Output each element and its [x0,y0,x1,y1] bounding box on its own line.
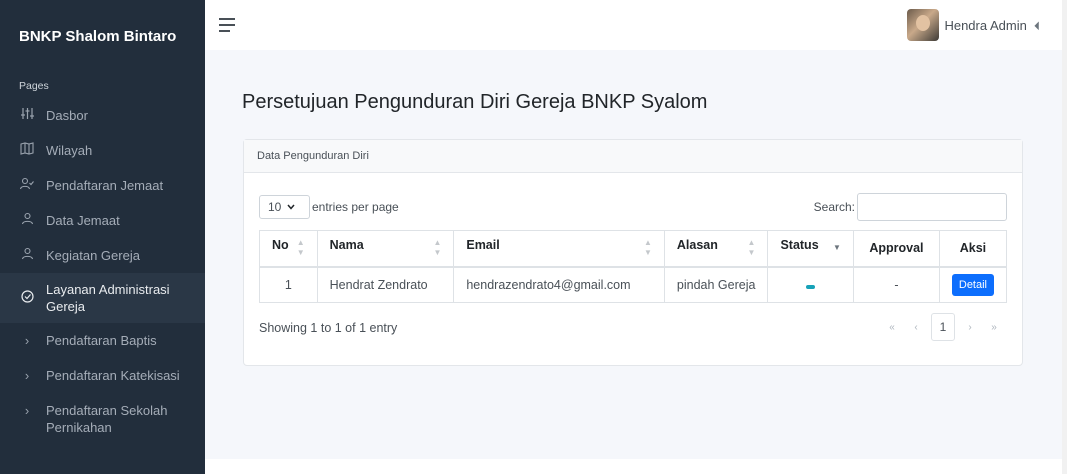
chevron-right-icon: › [24,368,30,383]
sidebar-item-label: Pendaftaran Baptis [46,333,157,348]
status-badge [806,284,816,289]
pagination-prev[interactable]: ‹ [904,313,928,341]
sort-icon: ▲ ▼ [433,238,442,258]
sidebar-item-wilayah[interactable]: Wilayah [0,133,205,168]
sidebar-item-layanan-administrasi[interactable]: Layanan Administrasi Gereja [0,273,205,323]
sidebar-item-label: Data Jemaat [46,213,120,228]
data-card: Data Pengunduran Diri 10 entries per pag… [243,139,1023,366]
column-header-approval: Approval [852,230,940,268]
chevron-down-icon [287,202,295,212]
sidebar-item-pendaftaran-baptis[interactable]: › Pendaftaran Baptis [0,323,205,358]
detail-button[interactable]: Detail [951,273,994,296]
entries-per-page-select[interactable]: 10 [259,195,310,219]
sidebar-item-label: Pendaftaran Sekolah Pernikahan [46,403,168,435]
cell-email: hendrazendrato4@gmail.com [453,266,665,303]
sidebar-item-pendaftaran-sekolah-pernikahan[interactable]: › Pendaftaran Sekolah Pernikahan [0,393,205,445]
sort-icon: ▲ ▼ [747,238,756,258]
sidebar-item-label: Pendaftaran Jemaat [46,178,164,193]
sidebar-item-kegiatan-gereja[interactable]: Kegiatan Gereja [0,238,205,273]
sidebar-item-data-jemaat[interactable]: Data Jemaat [0,203,205,238]
column-header-status[interactable]: Status ▼ [767,230,854,268]
hamburger-menu-icon[interactable] [219,18,235,32]
sliders-icon [19,107,35,120]
user-icon [19,212,35,225]
table-header-row: No ▲ ▼ Nama ▲ ▼ Email ▲ ▼ Alasan ▲ ▼ Status ▼ App… [259,230,1008,268]
main-content: Persetujuan Pengunduran Diri Gereja BNKP… [205,50,1062,474]
entries-label: entries per page [312,200,399,214]
pagination: « ‹ 1 › » [880,313,1006,341]
check-circle-icon [19,290,35,303]
pagination-last[interactable]: » [982,313,1006,341]
pagination-next[interactable]: › [958,313,982,341]
sort-icon: ▲ ▼ [296,238,305,258]
pagination-page-1[interactable]: 1 [931,313,955,341]
sidebar-item-pendaftaran-jemaat[interactable]: Pendaftaran Jemaat [0,168,205,203]
cell-approval: - [852,266,940,303]
search-label: Search: [813,200,855,214]
column-header-alasan[interactable]: Alasan ▲ ▼ [663,230,768,268]
user-icon [19,247,35,260]
sidebar-item-dasbor[interactable]: Dasbor [0,98,205,133]
sort-desc-icon: ▼ [833,243,841,253]
footer [205,459,1062,474]
chevron-right-icon: › [24,333,30,348]
sidebar-section-header: Pages [19,80,49,92]
table-info: Showing 1 to 1 of 1 entry [259,321,398,335]
caret-down-icon: ◣ [1033,19,1045,31]
cell-alasan: pindah Gereja [663,266,768,303]
entries-control: 10 entries per page [259,195,399,219]
sidebar-item-label: Layanan Administrasi Gereja [46,282,170,314]
sidebar-item-label: Pendaftaran Katekisasi [46,368,180,383]
table-controls: 10 entries per page Search: [259,193,1007,221]
brand-title[interactable]: BNKP Shalom Bintaro [0,0,205,72]
column-header-nama[interactable]: Nama ▲ ▼ [316,230,454,268]
sidebar-item-label: Kegiatan Gereja [46,248,140,263]
user-name: Hendra Admin [944,17,1027,33]
entries-value: 10 [268,200,282,214]
column-header-email[interactable]: Email ▲ ▼ [453,230,665,268]
card-title: Data Pengunduran Diri [244,140,1022,173]
window-scrollbar[interactable] [1062,0,1067,474]
chevron-right-icon: › [24,403,30,418]
sidebar-item-pendaftaran-katekisasi[interactable]: › Pendaftaran Katekisasi [0,358,205,393]
cell-nama: Hendrat Zendrato [316,266,454,303]
page-title: Persetujuan Pengunduran Diri Gereja BNKP… [242,91,708,113]
user-check-icon [19,177,35,190]
column-header-aksi: Aksi [938,230,1008,268]
table-row: 1 Hendrat Zendrato hendrazendrato4@gmail… [259,266,1008,303]
cell-aksi: Detail [938,266,1008,303]
sidebar-item-label: Wilayah [46,143,93,158]
user-menu[interactable]: Hendra Admin ◣ [907,9,1045,41]
map-icon [19,142,35,155]
search-input[interactable] [857,193,1007,221]
avatar[interactable] [907,9,940,41]
sidebar: BNKP Shalom Bintaro Pages Dasbor Wilayah… [0,0,205,474]
cell-status [767,266,854,303]
search-control: Search: [814,193,1007,221]
data-table: No ▲ ▼ Nama ▲ ▼ Email ▲ ▼ Alasan ▲ ▼ Status ▼ App… [259,230,1008,303]
cell-no: 1 [259,266,318,303]
top-navbar: Hendra Admin ◣ [205,0,1062,50]
pagination-first[interactable]: « [880,313,904,341]
sort-icon: ▲ ▼ [643,238,652,258]
sidebar-item-label: Dasbor [46,108,88,123]
column-header-no[interactable]: No ▲ ▼ [259,230,318,268]
